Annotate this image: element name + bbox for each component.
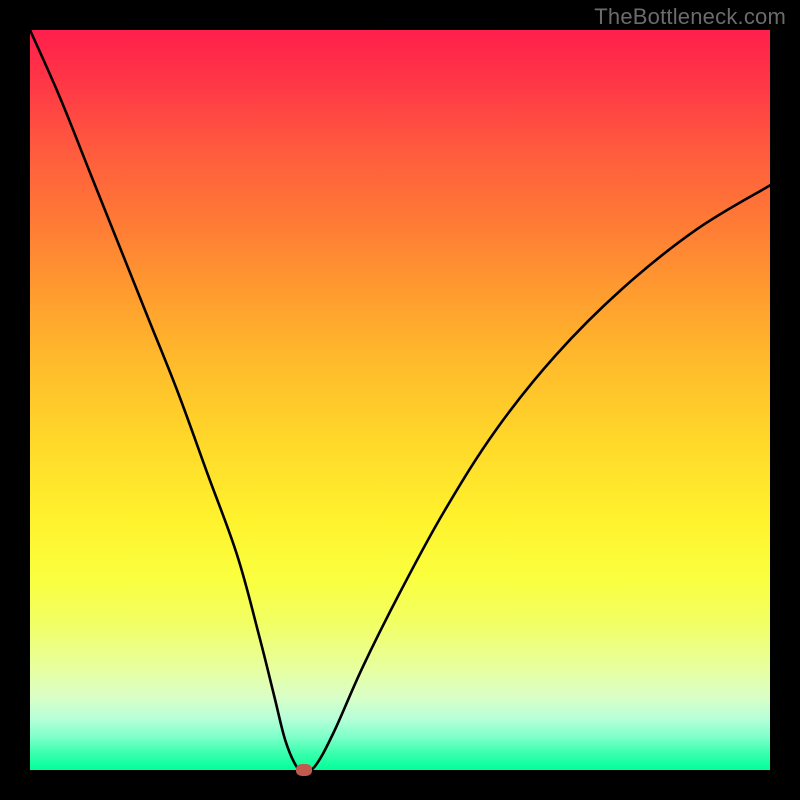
watermark-text: TheBottleneck.com	[594, 4, 786, 30]
plot-area	[30, 30, 770, 770]
minimum-marker	[296, 764, 312, 776]
bottleneck-curve	[30, 30, 770, 770]
curve-path	[30, 30, 770, 770]
chart-frame: TheBottleneck.com	[0, 0, 800, 800]
